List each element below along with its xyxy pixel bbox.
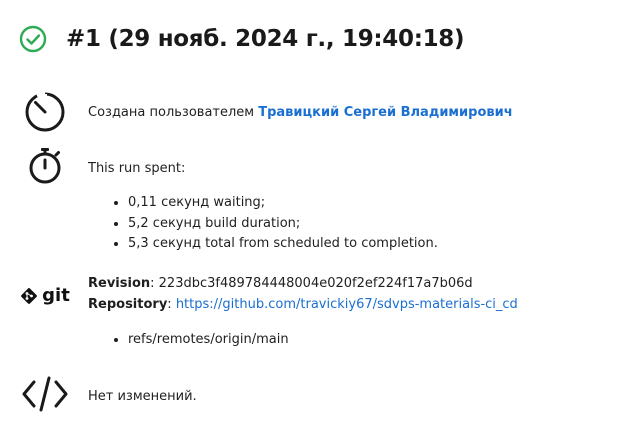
revision-label: Revision — [88, 276, 151, 291]
build-page: #1 (29 нояб. 2024 г., 19:40:18) Создана … — [0, 0, 628, 430]
git-logo-icon: git — [20, 285, 70, 306]
changes-text: Нет изменений. — [88, 389, 197, 404]
git-logo-text: git — [42, 285, 70, 306]
timing-list: 0,11 секунд waiting; 5,2 секунд build du… — [110, 193, 438, 255]
repository-label: Repository — [88, 297, 168, 312]
timing-heading: This run spent: — [88, 161, 186, 176]
revision-value: 223dbc3f489784448004e020f2ef224f17a7b06d — [158, 276, 473, 291]
revision-line: Revision: 223dbc3f489784448004e020f2ef22… — [88, 276, 473, 291]
list-item: refs/remotes/origin/main — [128, 330, 289, 351]
list-item: 0,11 секунд waiting; — [128, 193, 438, 214]
repository-line: Repository: https://github.com/travickiy… — [88, 297, 518, 312]
started-by-prefix: Создана пользователем — [88, 105, 259, 120]
git-diamond-icon — [21, 287, 38, 304]
user-link[interactable]: Травицкий Сергей Владимирович — [258, 105, 512, 120]
gauge-icon — [20, 90, 70, 134]
list-item: 5,2 секунд build duration; — [128, 214, 438, 235]
page-title: #1 (29 нояб. 2024 г., 19:40:18) — [66, 26, 465, 52]
started-by-text: Создана пользователем Травицкий Сергей В… — [88, 103, 513, 123]
code-icon — [20, 374, 70, 414]
build-header: #1 (29 нояб. 2024 г., 19:40:18) — [18, 24, 465, 54]
repository-link[interactable]: https://github.com/travickiy67/sdvps-mat… — [176, 297, 518, 312]
list-item: 5,3 секунд total from scheduled to compl… — [128, 234, 438, 255]
stopwatch-icon — [20, 146, 70, 186]
check-circle-icon — [18, 24, 48, 54]
git-logo: git — [20, 285, 70, 306]
branch-list: refs/remotes/origin/main — [110, 330, 289, 351]
